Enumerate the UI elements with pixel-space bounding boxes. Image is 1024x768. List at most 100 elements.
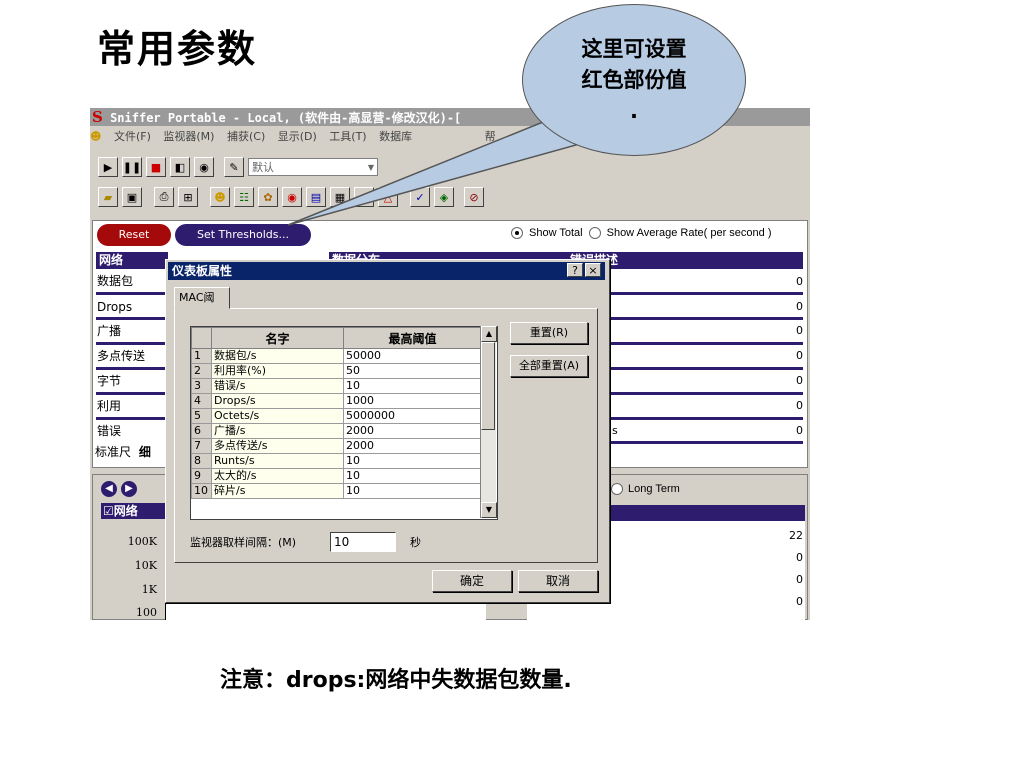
chevron-down-icon: ▼	[367, 163, 374, 172]
filter-icon[interactable]: ◈	[434, 187, 454, 207]
row-label-multicast: 多点传送	[97, 349, 146, 363]
menu-tools[interactable]: 工具(T)	[329, 130, 366, 143]
threshold-value[interactable]: 10	[343, 483, 482, 499]
tab-detail[interactable]: 细	[139, 445, 151, 459]
ok-button[interactable]: 确定	[432, 570, 512, 592]
threshold-value[interactable]: 5000000	[343, 408, 482, 424]
row-divider	[603, 292, 803, 295]
capture-toolbar: ▶ ❚❚ ■ ◧ ◉ ✎ 默认 ▼	[98, 154, 378, 180]
set-thresholds-button[interactable]: Set Thresholds...	[175, 224, 311, 246]
row-index: 10	[191, 483, 212, 499]
menu-file[interactable]: 文件(F)	[114, 130, 151, 143]
host-table-icon[interactable]: ☷	[234, 187, 254, 207]
network-checkbox[interactable]: ☑网络	[101, 503, 171, 519]
stop-icon[interactable]: ■	[146, 157, 166, 177]
error-value: 0	[796, 399, 803, 412]
start-capture-icon[interactable]: ▶	[98, 157, 118, 177]
row-index: 7	[191, 438, 212, 454]
menu-display[interactable]: 显示(D)	[278, 130, 317, 143]
row-divider	[603, 367, 803, 370]
protocol-dist-icon[interactable]: ◐	[354, 187, 374, 207]
table-row[interactable]: 6 广播/s 2000	[191, 423, 482, 439]
table-row[interactable]: 7 多点传送/s 2000	[191, 438, 482, 454]
seconds-label: 秒	[410, 536, 421, 549]
app-menu-icon[interactable]: ☻	[90, 130, 101, 143]
history-samples-icon[interactable]: ▦	[330, 187, 350, 207]
threshold-name: 错误/s	[211, 378, 344, 394]
table-row[interactable]: 2 利用率(%) 50	[191, 363, 482, 379]
back-arrow-icon[interactable]: ◀	[101, 481, 117, 497]
threshold-name: Runts/s	[211, 453, 344, 469]
reset-button[interactable]: Reset	[97, 224, 171, 246]
menu-help[interactable]: 帮	[485, 130, 496, 143]
network-header: 网络	[96, 252, 168, 269]
table-row[interactable]: 5 Octets/s 5000000	[191, 408, 482, 424]
table-row[interactable]: 10 碎片/s 10	[191, 483, 482, 499]
scroll-up-icon[interactable]: ▲	[481, 326, 497, 342]
tab-mac-threshold[interactable]: MAC阈	[174, 287, 230, 309]
threshold-value[interactable]: 2000	[343, 438, 482, 454]
rate-mode-radios: Show Total Show Average Rate( per second…	[511, 227, 772, 239]
threshold-value[interactable]: 50	[343, 363, 482, 379]
table-row[interactable]: 9 太大的/s 10	[191, 468, 482, 484]
save-icon[interactable]: ▣	[122, 187, 142, 207]
open-folder-icon[interactable]: ▰	[98, 187, 118, 207]
axis-label: 100K	[127, 535, 157, 548]
reset-all-button[interactable]: 全部重置(A)	[510, 355, 588, 377]
pause-icon[interactable]: ❚❚	[122, 157, 142, 177]
threshold-value[interactable]: 2000	[343, 423, 482, 439]
grid-corner	[191, 327, 212, 349]
long-term-option: Long Term	[611, 483, 680, 495]
scroll-down-icon[interactable]: ▼	[481, 502, 497, 518]
threshold-value[interactable]: 50000	[343, 348, 482, 364]
threshold-value[interactable]: 10	[343, 378, 482, 394]
long-term-radio[interactable]	[611, 483, 623, 495]
show-total-label: Show Total	[529, 227, 583, 239]
row-label-bytes: 字节	[97, 374, 122, 388]
threshold-name: 数据包/s	[211, 348, 344, 364]
threshold-value[interactable]: 1000	[343, 393, 482, 409]
table-row[interactable]: 3 错误/s 10	[191, 378, 482, 394]
callout-line: 红色部份值	[581, 67, 687, 92]
profile-select[interactable]: 默认 ▼	[248, 158, 378, 176]
print-icon[interactable]: ⎙	[154, 187, 174, 207]
close-button[interactable]: ×	[585, 263, 601, 277]
row-label-broadcast: 广播	[97, 324, 122, 338]
application-response-icon[interactable]: ▤	[306, 187, 326, 207]
reset-threshold-button[interactable]: 重置(R)	[510, 322, 588, 344]
row-index: 8	[191, 453, 212, 469]
define-filter-icon[interactable]: ✎	[224, 157, 244, 177]
global-stats-icon[interactable]: △	[378, 187, 398, 207]
dashboard-icon[interactable]: ☻	[210, 187, 230, 207]
cancel-button[interactable]: 取消	[518, 570, 598, 592]
print-preview-icon[interactable]: ⊞	[178, 187, 198, 207]
table-row[interactable]: 8 Runts/s 10	[191, 453, 482, 469]
menu-database[interactable]: 数据库	[379, 130, 412, 143]
stop-display-icon[interactable]: ◧	[170, 157, 190, 177]
interval-input[interactable]: 10	[330, 532, 396, 552]
alarm-log-icon[interactable]: ✓	[410, 187, 430, 207]
row-label-errors: 错误	[97, 424, 122, 438]
menu-capture[interactable]: 捕获(C)	[227, 130, 265, 143]
art-icon[interactable]: ◉	[282, 187, 302, 207]
tab-gauge[interactable]: 标准尺	[95, 445, 131, 459]
forward-arrow-icon[interactable]: ▶	[121, 481, 137, 497]
axis-label: 10K	[134, 559, 157, 572]
scroll-thumb[interactable]	[481, 342, 495, 430]
help-button[interactable]: ?	[567, 263, 583, 277]
interval-label: 监视器取样间隔：(M)	[190, 536, 297, 549]
menu-monitor[interactable]: 监视器(M)	[163, 130, 214, 143]
threshold-value[interactable]: 10	[343, 468, 482, 484]
matrix-icon[interactable]: ✿	[258, 187, 278, 207]
disable-icon[interactable]: ⊘	[464, 187, 484, 207]
show-total-radio[interactable]	[511, 227, 523, 239]
row-label-utilization: 利用	[97, 399, 122, 413]
table-row[interactable]: 4 Drops/s 1000	[191, 393, 482, 409]
threshold-value[interactable]: 10	[343, 453, 482, 469]
slide-note: 注意：drops:网络中失数据包数量.	[220, 668, 572, 693]
table-row[interactable]: 1 数据包/s 50000	[191, 348, 482, 364]
grid-scrollbar[interactable]: ▲ ▼	[480, 326, 497, 518]
binoculars-icon[interactable]: ◉	[194, 157, 214, 177]
threshold-name: 利用率(%)	[211, 363, 344, 379]
show-average-radio[interactable]	[588, 227, 601, 239]
